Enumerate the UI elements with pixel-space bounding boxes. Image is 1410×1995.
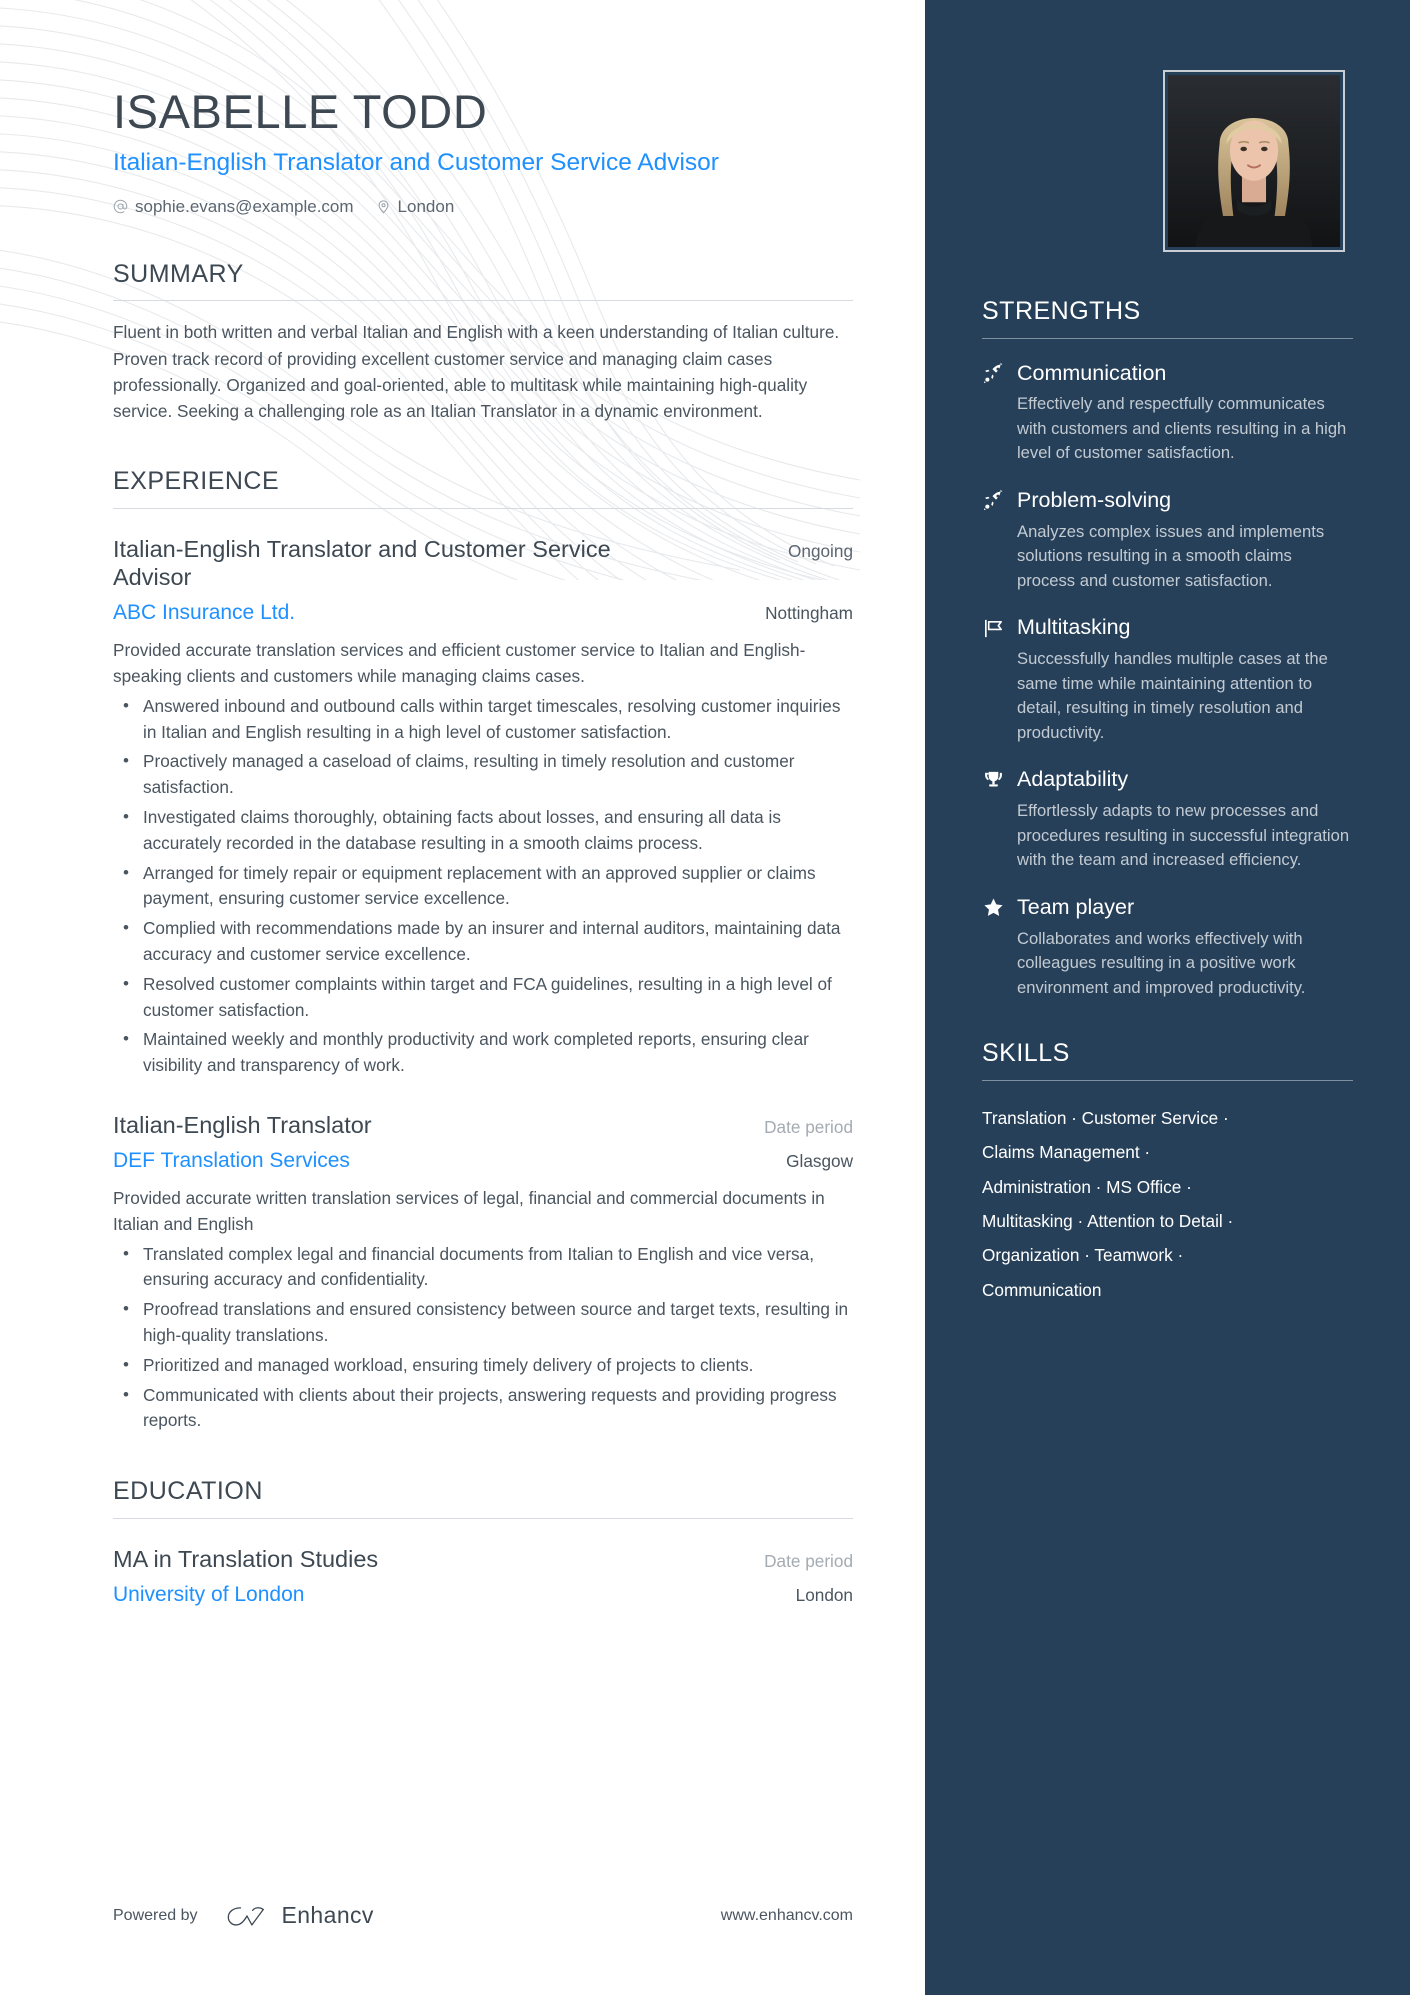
footer: Powered by Enhancv www.enhancv.com xyxy=(113,1902,853,1929)
experience-section: EXPERIENCE Italian-English Translator an… xyxy=(113,468,853,1434)
skills-heading: SKILLS xyxy=(982,1039,1070,1068)
list-item: Proofread translations and ensured consi… xyxy=(113,1296,853,1349)
experience-entry: Italian-English Translator Date period D… xyxy=(113,1111,853,1434)
strength-description: Effectively and respectfully communicate… xyxy=(1017,394,1347,463)
divider xyxy=(982,1079,1353,1081)
list-item: Prioritized and managed workload, ensuri… xyxy=(113,1352,853,1379)
experience-organization[interactable]: DEF Translation Services xyxy=(113,1149,350,1173)
skill-line: Claims Management · xyxy=(982,1142,1151,1163)
contact-location[interactable]: London xyxy=(376,196,455,217)
experience-heading: EXPERIENCE xyxy=(113,467,280,496)
list-item: Communicated with clients about their pr… xyxy=(113,1382,853,1435)
enhancv-logo-icon xyxy=(224,1903,270,1929)
strength-name: Team player xyxy=(1017,894,1135,919)
strength-item: Problem-solving Analyzes complex issues … xyxy=(982,488,1353,593)
avatar xyxy=(1168,75,1340,247)
summary-section: SUMMARY Fluent in both written and verba… xyxy=(113,259,853,424)
rocket-icon xyxy=(982,489,1005,512)
strengths-section: STRENGTHS Communication Effectively and … xyxy=(982,297,1353,1000)
list-item: Maintained weekly and monthly productivi… xyxy=(113,1026,853,1079)
experience-description: Provided accurate translation services a… xyxy=(113,640,806,687)
contact-email[interactable]: sophie.evans@example.com xyxy=(113,197,354,217)
strength-description: Analyzes complex issues and implements s… xyxy=(1017,521,1325,590)
experience-date: Ongoing xyxy=(788,540,853,561)
strength-item: Team player Collaborates and works effec… xyxy=(982,895,1353,1000)
contact-email-value: sophie.evans@example.com xyxy=(135,196,354,216)
divider xyxy=(113,507,853,509)
star-icon xyxy=(982,896,1005,919)
at-sign-icon xyxy=(113,199,128,214)
page-title: ISABELLE TODD xyxy=(113,85,488,138)
trophy-icon xyxy=(982,769,1005,792)
avatar-frame xyxy=(1163,70,1345,252)
skill-line: Multitasking · Attention to Detail · xyxy=(982,1210,1234,1231)
education-institution[interactable]: University of London xyxy=(113,1583,304,1607)
experience-location: Nottingham xyxy=(765,603,853,624)
contact-location-value: London xyxy=(397,196,455,216)
skill-line: Organization · Teamwork · xyxy=(982,1245,1184,1266)
skills-list: Translation · Customer Service · Claims … xyxy=(982,1101,1353,1307)
experience-organization[interactable]: ABC Insurance Ltd. xyxy=(113,601,295,625)
experience-role: Italian-English Translator and Customer … xyxy=(113,535,611,591)
strength-name: Multitasking xyxy=(1017,615,1131,640)
experience-location: Glasgow xyxy=(786,1150,853,1171)
flag-icon xyxy=(982,617,1005,640)
resume-page: ISABELLE TODD Italian-English Translator… xyxy=(0,0,1410,1995)
strength-name: Communication xyxy=(1017,360,1167,385)
list-item: Translated complex legal and financial d… xyxy=(113,1241,853,1294)
strength-item: Adaptability Effortlessly adapts to new … xyxy=(982,767,1353,872)
experience-date: Date period xyxy=(764,1117,853,1138)
map-pin-icon xyxy=(376,199,391,214)
job-title: Italian-English Translator and Customer … xyxy=(113,148,719,176)
experience-description: Provided accurate written translation se… xyxy=(113,1187,825,1234)
strength-item: Communication Effectively and respectful… xyxy=(982,361,1353,466)
strength-description: Successfully handles multiple cases at t… xyxy=(1017,649,1328,742)
list-item: Arranged for timely repair or equipment … xyxy=(113,860,853,913)
divider xyxy=(113,1517,853,1519)
powered-by-label: Powered by xyxy=(113,1906,198,1924)
skill-line: Administration · MS Office · xyxy=(982,1176,1192,1197)
list-item: Proactively managed a caseload of claims… xyxy=(113,748,853,801)
strength-name: Problem-solving xyxy=(1017,487,1172,512)
education-heading: EDUCATION xyxy=(113,1477,263,1506)
skill-line: Communication xyxy=(982,1279,1102,1300)
sidebar-column: STRENGTHS Communication Effectively and … xyxy=(925,0,1410,1995)
strength-name: Adaptability xyxy=(1017,767,1129,792)
strength-description: Effortlessly adapts to new processes and… xyxy=(1017,801,1350,870)
education-section: EDUCATION MA in Translation Studies Date… xyxy=(113,1478,853,1606)
enhancv-brand[interactable]: Enhancv xyxy=(224,1902,374,1929)
skill-line: Translation · Customer Service · xyxy=(982,1107,1229,1128)
list-item: Investigated claims thoroughly, obtainin… xyxy=(113,804,853,857)
list-item: Complied with recommendations made by an… xyxy=(113,915,853,968)
experience-bullet-list: Translated complex legal and financial d… xyxy=(113,1241,853,1435)
summary-text: Fluent in both written and verbal Italia… xyxy=(113,322,840,421)
main-content-column: ISABELLE TODD Italian-English Translator… xyxy=(0,0,925,1995)
strengths-heading: STRENGTHS xyxy=(982,297,1141,325)
rocket-icon xyxy=(982,362,1005,385)
experience-entry: Italian-English Translator and Customer … xyxy=(113,535,853,1080)
footer-url[interactable]: www.enhancv.com xyxy=(721,1907,853,1925)
strength-description: Collaborates and works effectively with … xyxy=(1017,928,1306,997)
education-location: London xyxy=(795,1584,853,1605)
summary-heading: SUMMARY xyxy=(113,259,244,288)
list-item: Answered inbound and outbound calls with… xyxy=(113,693,853,746)
enhancv-brand-name: Enhancv xyxy=(281,1902,374,1928)
skills-section: SKILLS Translation · Customer Service · … xyxy=(982,1040,1353,1307)
education-entry: MA in Translation Studies Date period Un… xyxy=(113,1545,853,1607)
experience-role: Italian-English Translator xyxy=(113,1112,372,1139)
education-degree: MA in Translation Studies xyxy=(113,1545,379,1572)
divider xyxy=(113,300,853,302)
divider xyxy=(982,337,1353,339)
contact-row: sophie.evans@example.com London xyxy=(113,197,853,217)
strength-item: Multitasking Successfully handles multip… xyxy=(982,615,1353,745)
experience-bullet-list: Answered inbound and outbound calls with… xyxy=(113,693,853,1079)
list-item: Resolved customer complaints within targ… xyxy=(113,971,853,1024)
education-date: Date period xyxy=(764,1550,853,1571)
